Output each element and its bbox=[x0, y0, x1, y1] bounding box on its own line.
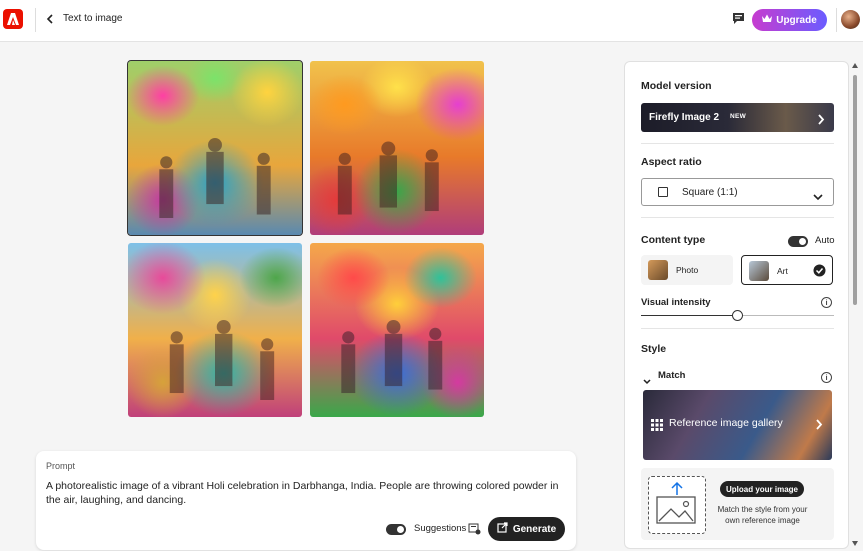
auto-toggle[interactable] bbox=[788, 236, 808, 247]
suggestions-toggle[interactable] bbox=[386, 524, 406, 535]
square-icon bbox=[658, 187, 668, 197]
crown-icon bbox=[762, 14, 773, 26]
divider bbox=[641, 143, 834, 144]
chevron-down-icon bbox=[643, 372, 651, 390]
model-version-value: Firefly Image 2 bbox=[649, 112, 720, 123]
divider bbox=[641, 217, 834, 218]
adobe-logo-icon[interactable] bbox=[3, 9, 23, 29]
upload-reference-card: Upload your image Match the style from y… bbox=[641, 468, 834, 540]
chevron-down-icon bbox=[813, 188, 823, 206]
model-version-button[interactable]: Firefly Image 2 NEW bbox=[641, 103, 834, 132]
generate-button[interactable]: Generate bbox=[488, 517, 565, 541]
generated-image-3[interactable] bbox=[128, 243, 302, 417]
upload-description: Match the style from your own reference … bbox=[717, 505, 808, 525]
divider bbox=[836, 8, 837, 32]
upgrade-button[interactable]: Upgrade bbox=[752, 9, 827, 31]
generated-image-1[interactable] bbox=[127, 60, 303, 236]
chevron-right-icon bbox=[815, 417, 823, 435]
visual-intensity-heading: Visual intensity bbox=[641, 297, 711, 308]
info-icon[interactable]: i bbox=[821, 372, 832, 383]
reference-image-gallery-button[interactable]: Reference image gallery bbox=[643, 390, 832, 460]
avatar[interactable] bbox=[841, 10, 860, 29]
photo-label: Photo bbox=[676, 265, 699, 275]
aspect-ratio-select[interactable]: Square (1:1) bbox=[641, 178, 834, 206]
image-upload-icon bbox=[656, 481, 696, 524]
info-icon[interactable]: i bbox=[821, 297, 832, 308]
prompt-card: Prompt A photorealistic image of a vibra… bbox=[36, 451, 576, 550]
panel-scrollbar[interactable] bbox=[851, 61, 859, 549]
prompt-input[interactable]: A photorealistic image of a vibrant Holi… bbox=[46, 479, 566, 507]
chevron-left-icon[interactable] bbox=[44, 12, 56, 26]
grid-icon bbox=[651, 418, 663, 436]
upgrade-label: Upgrade bbox=[776, 14, 817, 26]
aspect-ratio-value: Square (1:1) bbox=[682, 187, 738, 198]
aspect-ratio-heading: Aspect ratio bbox=[641, 156, 702, 168]
divider bbox=[35, 8, 36, 32]
settings-panel: Model version Firefly Image 2 NEW Aspect… bbox=[624, 61, 849, 549]
scroll-up-icon[interactable] bbox=[852, 63, 858, 68]
people-silhouettes bbox=[169, 319, 275, 400]
photo-thumbnail bbox=[648, 260, 668, 280]
generate-icon bbox=[497, 522, 508, 536]
match-label: Match bbox=[658, 370, 686, 381]
slider-thumb[interactable] bbox=[732, 310, 743, 321]
generate-label: Generate bbox=[512, 523, 557, 535]
new-badge: NEW bbox=[730, 113, 747, 120]
art-thumbnail bbox=[749, 261, 769, 281]
scrollbar-thumb[interactable] bbox=[853, 75, 857, 305]
auto-label: Auto bbox=[815, 235, 835, 246]
generated-image-4[interactable] bbox=[310, 243, 484, 417]
art-label: Art bbox=[777, 266, 788, 276]
page-title: Text to image bbox=[63, 13, 123, 24]
checkmark-circle-icon bbox=[813, 264, 826, 282]
content-type-photo[interactable]: Photo bbox=[641, 255, 733, 285]
upload-dropzone[interactable] bbox=[648, 476, 706, 534]
chevron-right-icon bbox=[817, 112, 825, 130]
generated-image-2[interactable] bbox=[310, 61, 484, 235]
divider bbox=[641, 328, 834, 329]
content-type-heading: Content type bbox=[641, 234, 706, 246]
slider-fill bbox=[641, 315, 738, 316]
people-silhouettes bbox=[337, 141, 439, 215]
top-bar: Text to image Upgrade bbox=[0, 0, 863, 42]
prompt-label: Prompt bbox=[46, 461, 76, 471]
content-type-art[interactable]: Art bbox=[741, 255, 833, 285]
people-silhouettes bbox=[159, 137, 271, 218]
chat-icon[interactable] bbox=[732, 12, 745, 30]
style-heading: Style bbox=[641, 343, 667, 355]
model-version-heading: Model version bbox=[641, 80, 712, 92]
reference-gallery-label: Reference image gallery bbox=[669, 417, 783, 429]
suggestions-label: Suggestions bbox=[414, 523, 467, 534]
people-silhouettes bbox=[341, 319, 443, 393]
upload-your-image-button[interactable]: Upload your image bbox=[720, 481, 804, 497]
suggestions-icon[interactable] bbox=[468, 522, 481, 540]
scroll-down-icon[interactable] bbox=[852, 541, 858, 546]
